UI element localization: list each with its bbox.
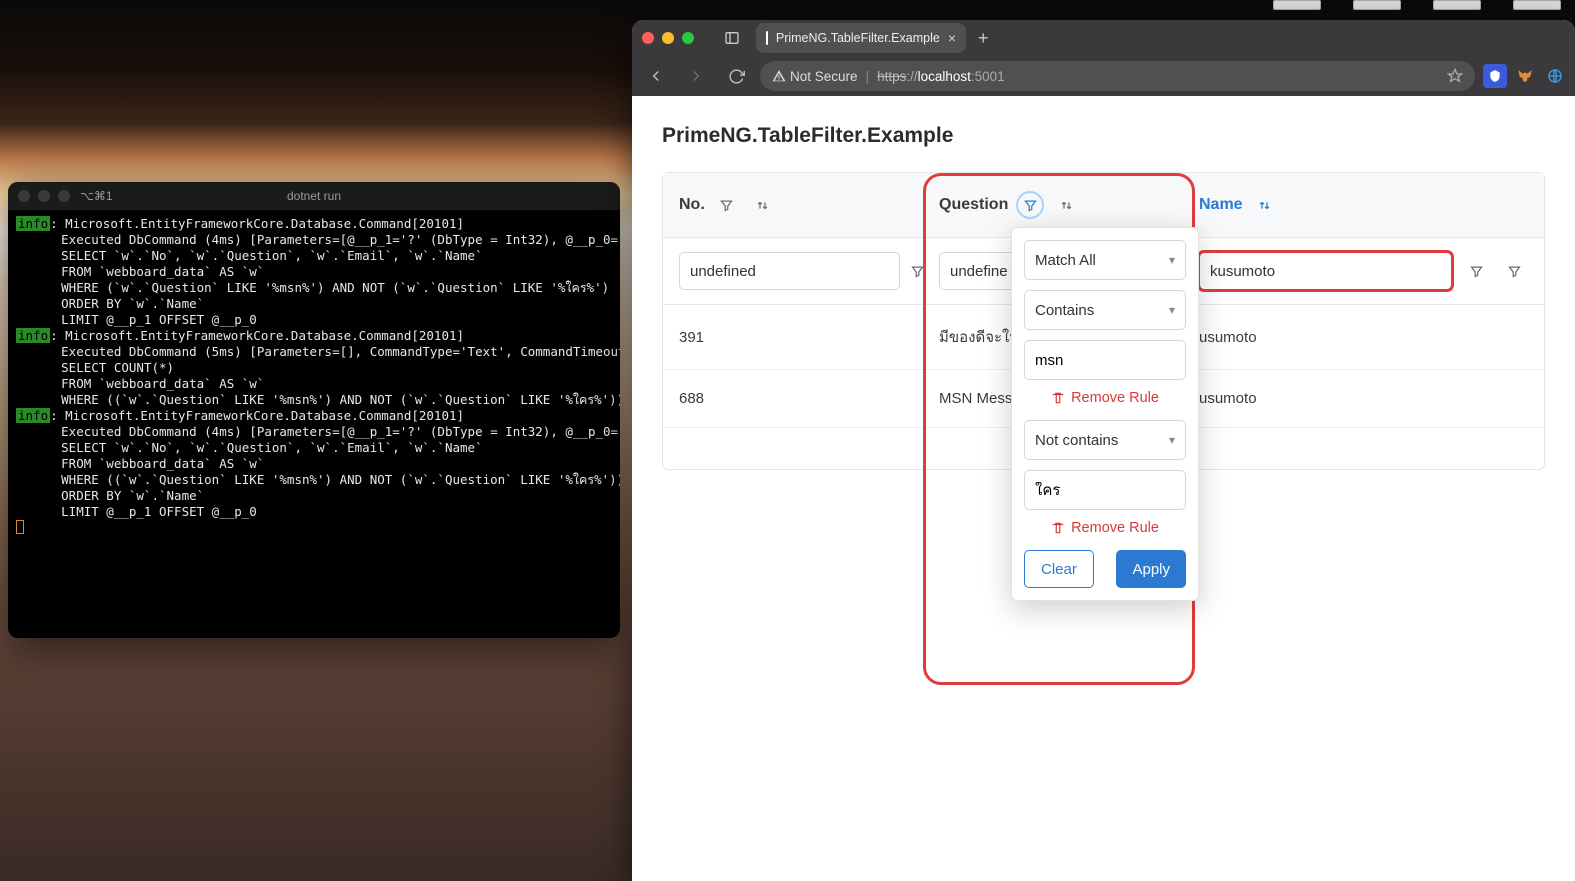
page-title: PrimeNG.TableFilter.Example	[662, 124, 1545, 148]
terminal-title-shortcut: ⌥⌘1	[80, 189, 113, 203]
table-cell-no: 391	[663, 309, 923, 366]
extension-icon-metamask[interactable]	[1513, 64, 1537, 88]
rule-value-input[interactable]	[1024, 470, 1186, 510]
rule-operator-label: Contains	[1035, 302, 1094, 319]
rule-value-field[interactable]	[1035, 482, 1175, 499]
column-label-no: No.	[679, 196, 705, 214]
bookmark-icon[interactable]	[1447, 68, 1463, 84]
rule-value-input[interactable]	[1024, 340, 1186, 380]
filter-icon[interactable]	[1462, 257, 1490, 285]
url-display: https://localhost:5001	[877, 69, 1005, 84]
desktop-menubar-thumbnails	[1225, 0, 1575, 14]
address-bar[interactable]: Not Secure | https://localhost:5001	[760, 61, 1475, 91]
browser-tab-active[interactable]: PrimeNG.TableFilter.Example ×	[756, 23, 966, 53]
rule-value-field[interactable]	[1035, 352, 1175, 369]
column-label-question: Question	[939, 196, 1008, 214]
not-secure-warning: Not Secure	[772, 69, 858, 84]
sort-icon[interactable]	[1052, 191, 1080, 219]
sort-icon[interactable]	[749, 191, 777, 219]
filter-input-name[interactable]	[1199, 252, 1452, 290]
filter-input-no[interactable]	[679, 252, 900, 290]
apply-button[interactable]: Apply	[1116, 550, 1186, 588]
extension-icon-globe[interactable]	[1543, 64, 1567, 88]
column-label-name: Name	[1199, 196, 1243, 214]
addr-separator: |	[866, 69, 870, 84]
chevron-down-icon: ▾	[1169, 433, 1175, 447]
close-dot[interactable]	[18, 190, 30, 202]
forward-button	[680, 60, 712, 92]
terminal-titlebar[interactable]: ⌥⌘1 dotnet run	[8, 182, 620, 210]
extension-icon-shield[interactable]	[1483, 64, 1507, 88]
sort-asc-icon[interactable]	[1251, 191, 1279, 219]
match-mode-select[interactable]: Match All ▾	[1024, 240, 1186, 280]
minimize-dot[interactable]	[38, 190, 50, 202]
browser-tabstrip: PrimeNG.TableFilter.Example × +	[632, 20, 1575, 56]
tab-close-icon[interactable]: ×	[948, 30, 956, 46]
rule-operator-label: Not contains	[1035, 432, 1118, 449]
match-mode-label: Match All	[1035, 252, 1096, 269]
browser-toolbar: Not Secure | https://localhost:5001	[632, 56, 1575, 96]
rule-operator-select[interactable]: Not contains ▾	[1024, 420, 1186, 460]
filter-icon[interactable]	[1016, 191, 1044, 219]
zoom-dot[interactable]	[58, 190, 70, 202]
table-cell-name: usumoto	[1183, 309, 1544, 366]
terminal-traffic-lights[interactable]	[18, 190, 70, 202]
remove-rule-label: Remove Rule	[1071, 390, 1159, 406]
page-content: PrimeNG.TableFilter.Example No. Question	[632, 96, 1575, 881]
window-minimize-dot[interactable]	[662, 32, 674, 44]
tab-title: PrimeNG.TableFilter.Example	[776, 31, 940, 45]
table-cell-name: usumoto	[1183, 370, 1544, 427]
terminal-window: ⌥⌘1 dotnet run info: Microsoft.EntityFra…	[8, 182, 620, 638]
column-header-name[interactable]: Name	[1183, 173, 1544, 237]
new-tab-button[interactable]: +	[978, 28, 989, 49]
remove-rule-button[interactable]: Remove Rule	[1024, 390, 1186, 406]
sidebar-toggle-icon[interactable]	[718, 24, 746, 52]
browser-window: PrimeNG.TableFilter.Example × + Not Secu…	[632, 20, 1575, 881]
column-filter-popover: Match All ▾ Contains ▾ Remove Rule Not c…	[1011, 227, 1199, 601]
remove-rule-label: Remove Rule	[1071, 520, 1159, 536]
filter-icon[interactable]	[1500, 257, 1528, 285]
reload-button[interactable]	[720, 60, 752, 92]
terminal-body[interactable]: info: Microsoft.EntityFrameworkCore.Data…	[8, 210, 620, 544]
back-button[interactable]	[640, 60, 672, 92]
rule-operator-select[interactable]: Contains ▾	[1024, 290, 1186, 330]
data-table: No. Question	[662, 172, 1545, 470]
column-header-no[interactable]: No.	[663, 173, 923, 237]
chevron-down-icon: ▾	[1169, 253, 1175, 267]
tab-favicon	[766, 31, 768, 45]
chevron-down-icon: ▾	[1169, 303, 1175, 317]
table-cell-no: 688	[663, 370, 923, 427]
filter-icon[interactable]	[713, 191, 741, 219]
remove-rule-button[interactable]: Remove Rule	[1024, 520, 1186, 536]
clear-button[interactable]: Clear	[1024, 550, 1094, 588]
window-close-dot[interactable]	[642, 32, 654, 44]
extensions-area	[1483, 64, 1567, 88]
window-zoom-dot[interactable]	[682, 32, 694, 44]
